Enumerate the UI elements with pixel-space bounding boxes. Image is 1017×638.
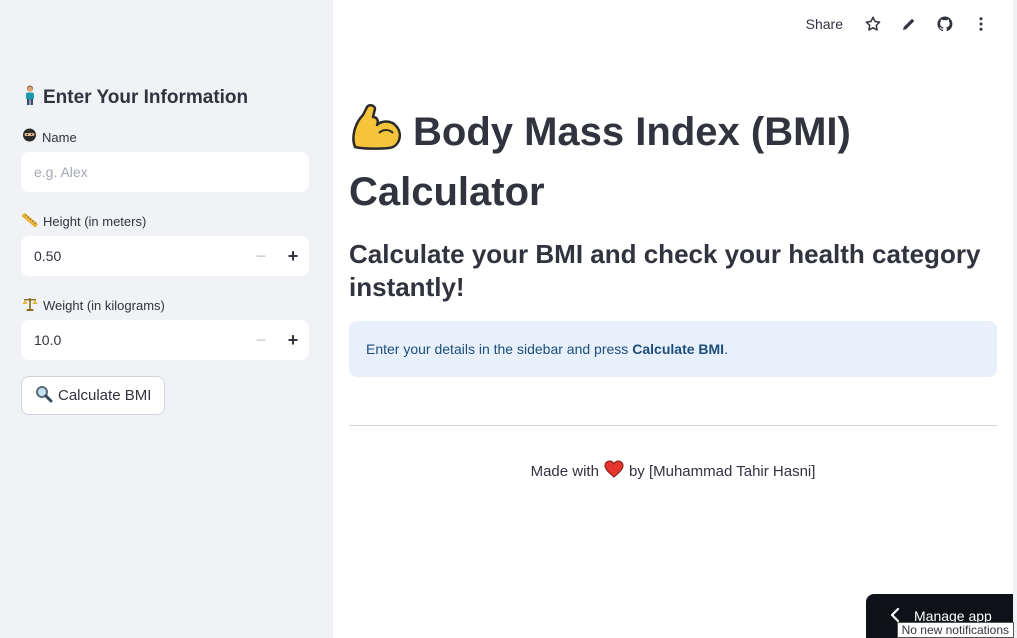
height-number-input[interactable]: 0.50 − +: [21, 236, 309, 276]
calculate-bmi-label: Calculate BMI: [58, 387, 152, 404]
footer: Made with by [Muhammad Tahir Hasni]: [349, 460, 997, 482]
weight-increment-button[interactable]: +: [277, 320, 309, 360]
pencil-icon[interactable]: [899, 14, 919, 34]
info-text: Enter your details in the sidebar and pr…: [366, 341, 629, 357]
github-icon[interactable]: [935, 14, 955, 34]
name-label: Name: [22, 128, 77, 146]
notifications-tooltip: No new notifications: [896, 622, 1014, 638]
more-vertical-icon[interactable]: [971, 14, 991, 34]
height-decrement-button[interactable]: −: [245, 236, 277, 276]
star-icon[interactable]: [863, 14, 883, 34]
divider: [349, 425, 997, 426]
sidebar-header: Enter Your Information: [22, 85, 248, 111]
main-content: Share Body Mass Index (BMI) Calculator C…: [333, 0, 1017, 638]
ninja-icon: [22, 128, 37, 146]
ruler-icon: [21, 212, 38, 231]
height-increment-button[interactable]: +: [277, 236, 309, 276]
calculate-bmi-button[interactable]: Calculate BMI: [21, 376, 166, 415]
share-button[interactable]: Share: [806, 16, 843, 32]
weight-decrement-button[interactable]: −: [245, 320, 277, 360]
scale-balance-icon: [22, 296, 38, 315]
heart-icon: [604, 460, 624, 482]
person-standing-icon: [22, 85, 38, 111]
page-subtitle: Calculate your BMI and check your health…: [349, 239, 981, 302]
info-bold-text: Calculate BMI: [632, 341, 725, 357]
sidebar-header-text: Enter Your Information: [43, 87, 249, 108]
name-label-text: Name: [42, 129, 77, 145]
flexed-biceps-icon: [349, 103, 403, 165]
height-label-text: Height (in meters): [43, 214, 147, 229]
height-value[interactable]: 0.50: [21, 248, 245, 264]
weight-label: Weight (in kilograms): [22, 296, 165, 315]
height-label: Height (in meters): [21, 212, 147, 231]
sidebar: Enter Your Information Name Hei: [0, 0, 333, 638]
footer-prefix: Made with: [530, 462, 599, 480]
footer-suffix: by [Muhammad Tahir Hasni]: [628, 462, 816, 480]
scrollbar-edge: [1013, 0, 1017, 638]
header-toolbar: Share: [806, 12, 991, 36]
page-title-text: Body Mass Index (BMI) Calculator: [349, 110, 851, 214]
weight-value[interactable]: 10.0: [21, 332, 245, 348]
magnifier-icon: [35, 385, 53, 407]
page-title: Body Mass Index (BMI) Calculator: [349, 103, 889, 219]
info-suffix: .: [724, 341, 728, 357]
info-alert: Enter your details in the sidebar and pr…: [349, 321, 997, 377]
weight-label-text: Weight (in kilograms): [43, 298, 165, 313]
name-input[interactable]: [21, 152, 309, 192]
weight-number-input[interactable]: 10.0 − +: [21, 320, 309, 360]
